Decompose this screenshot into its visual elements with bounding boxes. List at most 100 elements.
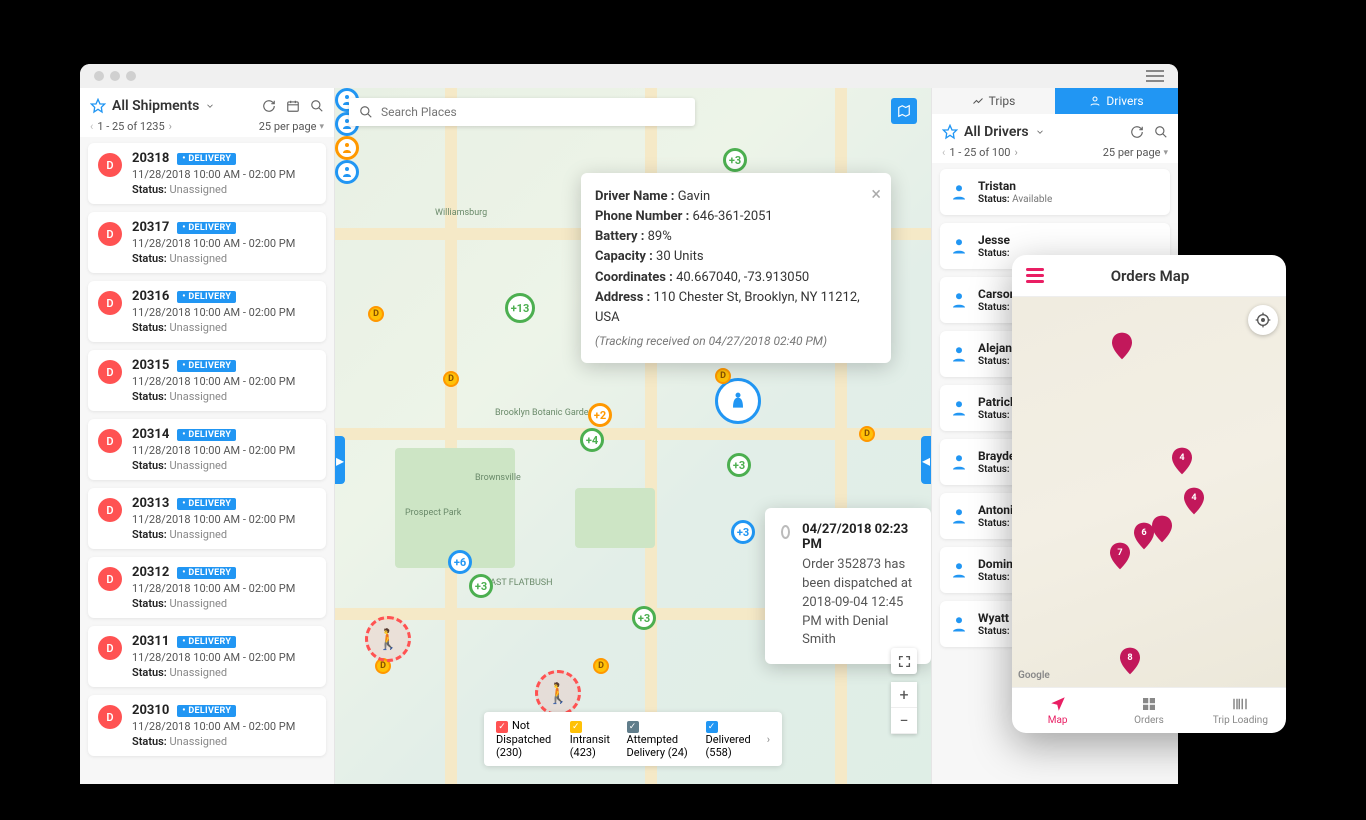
shipment-card[interactable]: D 20318 • DELIVERY 11/28/2018 10:00 AM -… bbox=[88, 143, 326, 204]
traffic-light-close[interactable] bbox=[94, 71, 104, 81]
shipment-card[interactable]: D 20317 • DELIVERY 11/28/2018 10:00 AM -… bbox=[88, 212, 326, 273]
map-toggle-button[interactable] bbox=[891, 98, 917, 124]
order-pin[interactable]: 6 bbox=[1134, 522, 1154, 550]
map-cluster[interactable]: +6 bbox=[448, 550, 472, 574]
drivers-title[interactable]: All Drivers bbox=[964, 124, 1029, 140]
zoom-out-button[interactable]: − bbox=[891, 708, 917, 734]
shipment-status: Status: Unassigned bbox=[132, 390, 316, 403]
google-logo: Google bbox=[1018, 670, 1050, 681]
shipment-card[interactable]: D 20312 • DELIVERY 11/28/2018 10:00 AM -… bbox=[88, 557, 326, 618]
search-icon[interactable] bbox=[310, 99, 324, 113]
tab-trips[interactable]: Trips bbox=[932, 88, 1055, 114]
zoom-in-button[interactable]: + bbox=[891, 682, 917, 708]
per-page-label[interactable]: 25 per page bbox=[1103, 146, 1161, 159]
legend-item[interactable]: ✓Delivered (558) bbox=[706, 719, 751, 759]
map-cluster[interactable]: +13 bbox=[505, 293, 535, 323]
map-search-input[interactable] bbox=[381, 105, 685, 119]
map-cluster[interactable]: +3 bbox=[469, 574, 493, 598]
battery-label: Battery : bbox=[595, 229, 644, 244]
locate-me-button[interactable] bbox=[1248, 305, 1278, 335]
next-page-icon[interactable]: › bbox=[1014, 146, 1017, 159]
legend-item[interactable]: ✓Attempted Delivery (24) bbox=[627, 719, 690, 759]
shipment-card[interactable]: D 20313 • DELIVERY 11/28/2018 10:00 AM -… bbox=[88, 488, 326, 549]
legend-item[interactable]: ✓Not Dispatched (230) bbox=[496, 719, 554, 759]
mobile-map[interactable]: 4 6 7 8 4 Google bbox=[1012, 297, 1286, 687]
shipment-card[interactable]: D 20315 • DELIVERY 11/28/2018 10:00 AM -… bbox=[88, 350, 326, 411]
mobile-preview: Orders Map 4 6 7 8 4 Google Map Orders T… bbox=[1012, 255, 1286, 733]
capacity-value: 30 Units bbox=[656, 249, 704, 264]
next-page-icon[interactable]: › bbox=[169, 120, 172, 133]
map-search-box[interactable] bbox=[349, 98, 695, 126]
delivery-pin[interactable]: D bbox=[368, 306, 384, 322]
panel-expand-left[interactable]: ▸ bbox=[335, 436, 345, 484]
shipment-card[interactable]: D 20311 • DELIVERY 11/28/2018 10:00 AM -… bbox=[88, 626, 326, 687]
map-cluster[interactable]: +4 bbox=[580, 428, 604, 452]
map-cluster[interactable]: +3 bbox=[723, 148, 747, 172]
delivery-pin[interactable]: D bbox=[715, 368, 731, 384]
chevron-down-icon[interactable] bbox=[1035, 125, 1045, 139]
walker-pin[interactable]: 🚶 bbox=[365, 616, 411, 662]
delivery-pin[interactable]: D bbox=[443, 371, 459, 387]
shipment-card[interactable]: D 20310 • DELIVERY 11/28/2018 10:00 AM -… bbox=[88, 695, 326, 756]
mobile-tab-map[interactable]: Map bbox=[1012, 688, 1103, 733]
panel-expand-right[interactable]: ◂ bbox=[921, 436, 931, 484]
driver-status: Status: bbox=[978, 248, 1010, 259]
mobile-tab-trip[interactable]: Trip Loading bbox=[1195, 688, 1286, 733]
star-icon[interactable] bbox=[90, 98, 106, 114]
shipments-list[interactable]: D 20318 • DELIVERY 11/28/2018 10:00 AM -… bbox=[80, 137, 334, 784]
tab-drivers-label: Drivers bbox=[1106, 94, 1143, 108]
legend-next-icon[interactable]: › bbox=[767, 733, 770, 746]
delivery-pin[interactable]: D bbox=[593, 658, 609, 674]
driver-status: Status: bbox=[978, 356, 1012, 367]
driver-card[interactable]: Tristan Status: Available bbox=[940, 169, 1170, 215]
shipments-title[interactable]: All Shipments bbox=[112, 98, 199, 114]
driver-name: Tristan bbox=[978, 179, 1052, 193]
order-pin[interactable] bbox=[1112, 332, 1132, 360]
per-page-label[interactable]: 25 per page bbox=[259, 120, 317, 133]
prev-page-icon[interactable]: ‹ bbox=[942, 146, 945, 159]
search-icon[interactable] bbox=[1154, 125, 1168, 139]
driver-pin[interactable] bbox=[335, 136, 359, 160]
order-pin[interactable]: 4 bbox=[1172, 447, 1192, 475]
shipment-time: 11/28/2018 10:00 AM - 02:00 PM bbox=[132, 513, 316, 526]
shipment-time: 11/28/2018 10:00 AM - 02:00 PM bbox=[132, 237, 316, 250]
mobile-tab-orders[interactable]: Orders bbox=[1103, 688, 1194, 733]
legend-item[interactable]: ✓Intransit (423) bbox=[570, 719, 611, 759]
shipment-time: 11/28/2018 10:00 AM - 02:00 PM bbox=[132, 306, 316, 319]
event-message: Order 352873 has been dispatched at 2018… bbox=[802, 556, 915, 650]
chevron-down-icon[interactable]: ▾ bbox=[319, 122, 324, 132]
map-cluster[interactable]: +2 bbox=[588, 403, 612, 427]
shipment-status: Status: Unassigned bbox=[132, 597, 316, 610]
driver-info-popup: × Driver Name : Gavin Phone Number : 646… bbox=[581, 173, 891, 363]
zoom-control: + − bbox=[891, 682, 917, 734]
map-cluster[interactable]: +3 bbox=[731, 520, 755, 544]
shipment-card[interactable]: D 20314 • DELIVERY 11/28/2018 10:00 AM -… bbox=[88, 419, 326, 480]
traffic-light-min[interactable] bbox=[110, 71, 120, 81]
chevron-down-icon[interactable] bbox=[205, 99, 215, 113]
map-area[interactable]: Williamsburg Prospect Park Brooklyn Bota… bbox=[335, 88, 931, 784]
walker-pin[interactable]: 🚶 bbox=[535, 670, 581, 716]
map-cluster[interactable]: +3 bbox=[632, 606, 656, 630]
order-pin[interactable]: 4 bbox=[1184, 487, 1204, 515]
calendar-icon[interactable] bbox=[286, 99, 300, 113]
tab-drivers[interactable]: Drivers bbox=[1055, 88, 1178, 114]
driver-pin[interactable] bbox=[335, 160, 359, 184]
fullscreen-button[interactable] bbox=[891, 648, 917, 674]
shipment-avatar: D bbox=[98, 567, 122, 591]
refresh-icon[interactable] bbox=[262, 99, 276, 113]
hamburger-icon[interactable] bbox=[1146, 70, 1164, 82]
driver-pin-active[interactable] bbox=[715, 378, 761, 424]
delivery-pin[interactable]: D bbox=[859, 426, 875, 442]
shipment-status: Status: Unassigned bbox=[132, 735, 316, 748]
order-pin[interactable]: 7 bbox=[1110, 542, 1130, 570]
chevron-down-icon[interactable]: ▾ bbox=[1163, 148, 1168, 158]
refresh-icon[interactable] bbox=[1130, 125, 1144, 139]
star-icon[interactable] bbox=[942, 124, 958, 140]
close-icon[interactable]: × bbox=[871, 181, 881, 209]
order-pin[interactable]: 8 bbox=[1120, 647, 1140, 675]
order-pin[interactable] bbox=[1152, 515, 1172, 543]
shipment-card[interactable]: D 20316 • DELIVERY 11/28/2018 10:00 AM -… bbox=[88, 281, 326, 342]
traffic-light-max[interactable] bbox=[126, 71, 136, 81]
map-cluster[interactable]: +3 bbox=[727, 453, 751, 477]
prev-page-icon[interactable]: ‹ bbox=[90, 120, 93, 133]
